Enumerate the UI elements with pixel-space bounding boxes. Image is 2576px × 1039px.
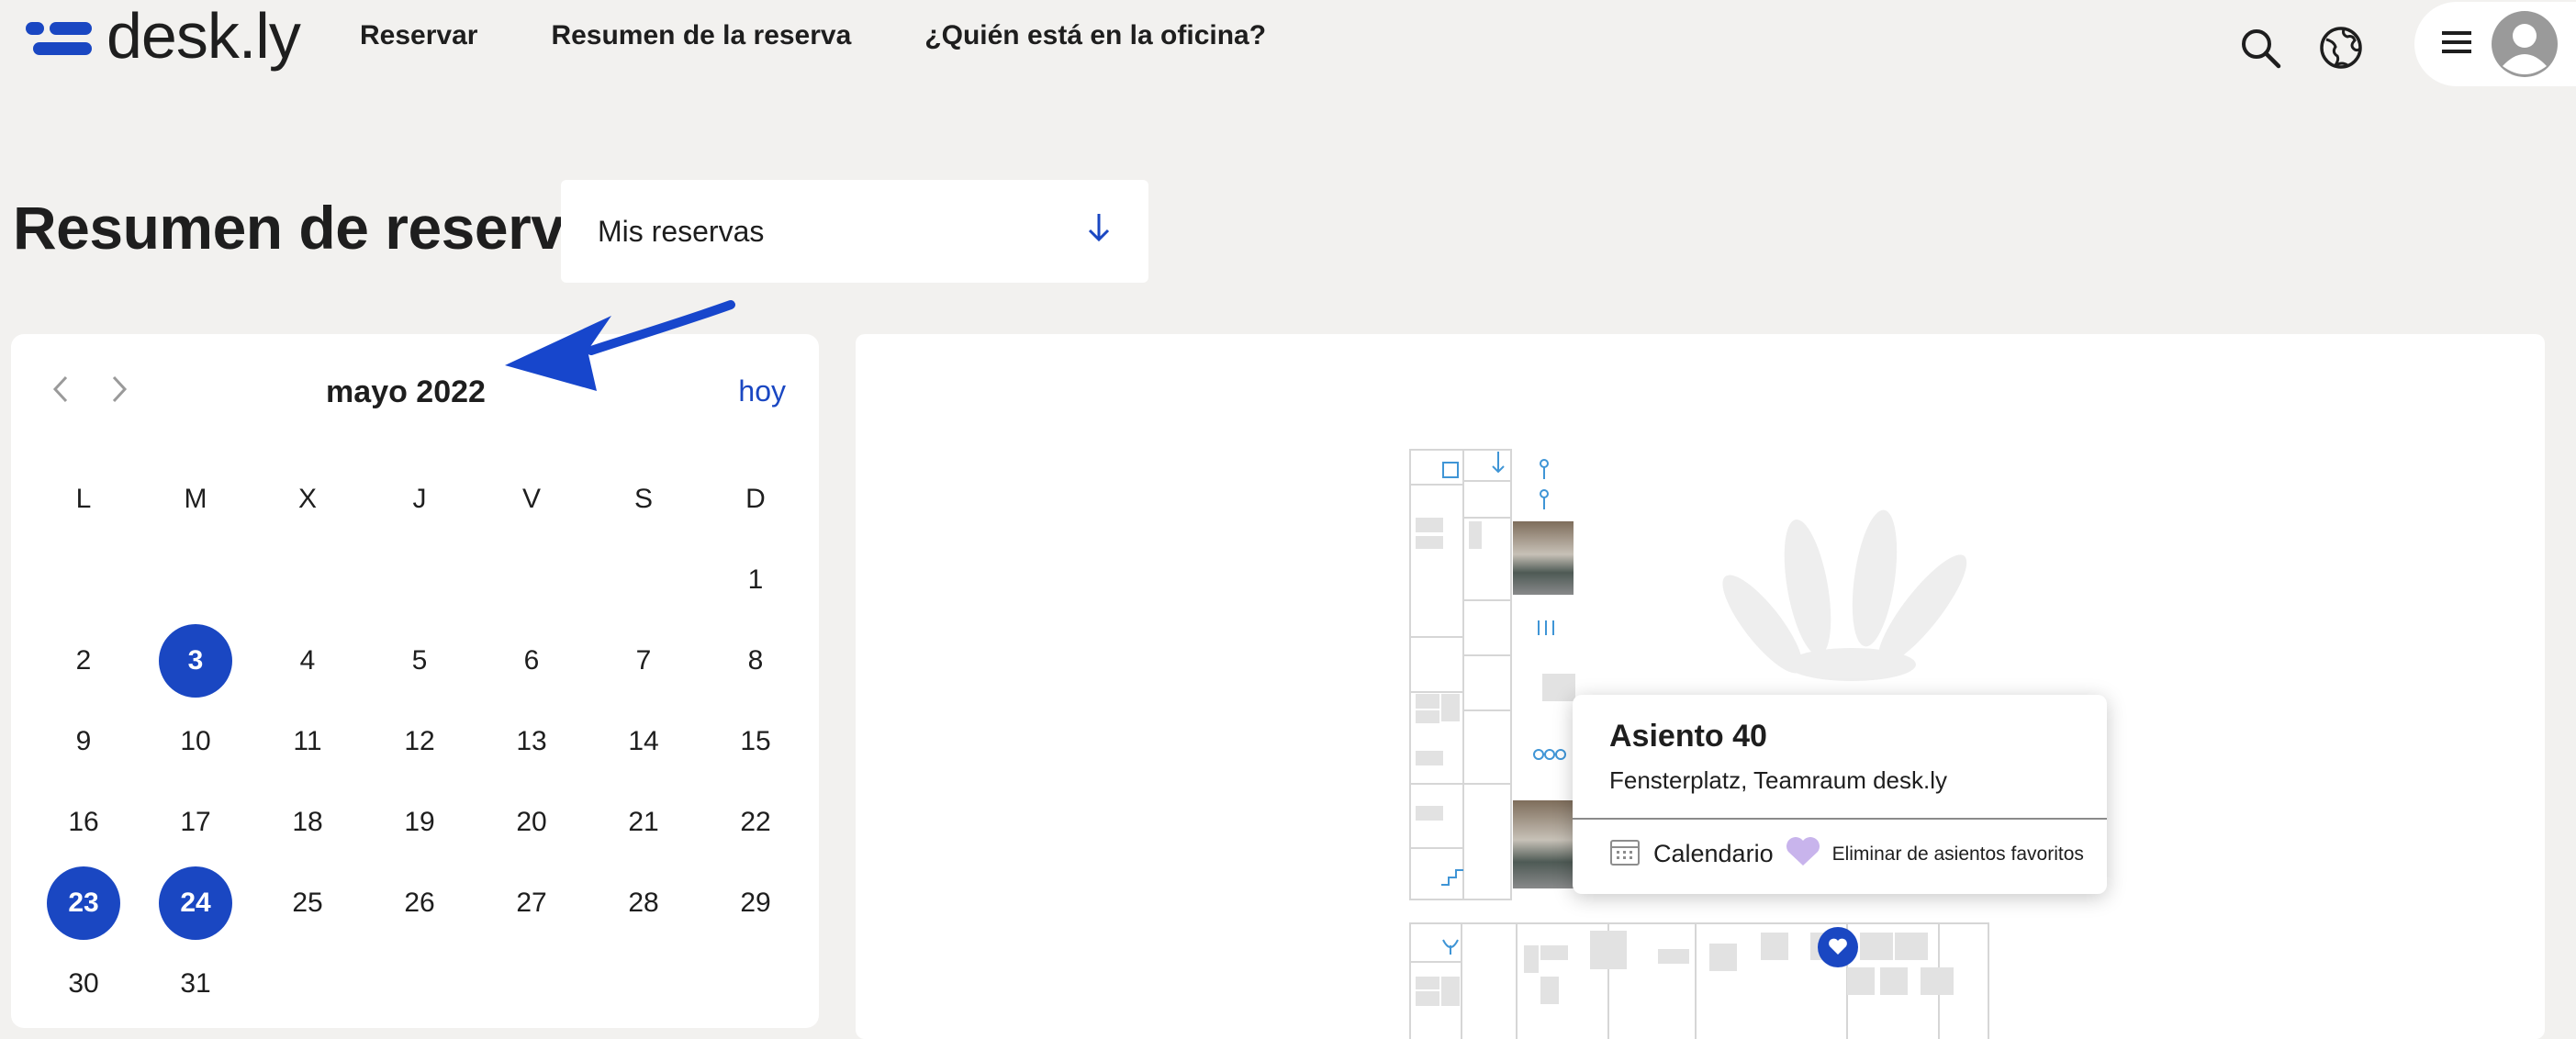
weekday-label: D	[745, 484, 766, 514]
calendar-day[interactable]: 21	[588, 782, 700, 863]
calendar-day-empty	[28, 540, 140, 620]
room-photo[interactable]	[1513, 800, 1574, 888]
calendar-icon[interactable]	[1609, 837, 1641, 871]
calendar-day[interactable]: 12	[364, 701, 476, 782]
calendar-day[interactable]: 27	[476, 863, 588, 944]
calendar-day[interactable]: 29	[700, 863, 812, 944]
calendar-day-selected[interactable]: 24	[140, 863, 252, 944]
weekday-label: S	[633, 484, 653, 514]
calendar-day[interactable]: 10	[140, 701, 252, 782]
weekday-label: L	[75, 484, 92, 514]
avatar-icon[interactable]	[2492, 11, 2558, 77]
weekday-label: V	[521, 484, 541, 514]
seat-location: Fensterplatz, Teamraum desk.ly	[1609, 766, 1947, 794]
calendar-day[interactable]: 28	[588, 863, 700, 944]
calendar-day[interactable]: 26	[364, 863, 476, 944]
calendar-day[interactable]: 18	[252, 782, 364, 863]
logo-mark-icon	[26, 22, 94, 59]
calendar-day-selected[interactable]: 3	[140, 620, 252, 701]
weekday-label: X	[297, 484, 317, 514]
search-icon[interactable]	[2236, 24, 2284, 72]
calendar-day[interactable]: 13	[476, 701, 588, 782]
calendar-day[interactable]: 8	[700, 620, 812, 701]
room-photo[interactable]	[1513, 521, 1574, 595]
calendar-day[interactable]: 9	[28, 701, 140, 782]
calendar-day[interactable]: 16	[28, 782, 140, 863]
calendar-day-empty	[588, 540, 700, 620]
logo-text: desk.ly	[106, 0, 301, 72]
nav-item-reservar[interactable]: Reservar	[360, 20, 477, 51]
calendar-day[interactable]: 25	[252, 863, 364, 944]
calendar-day-empty	[140, 540, 252, 620]
floor-plan-drawing	[1409, 449, 1989, 1039]
calendar-day-selected[interactable]: 23	[28, 863, 140, 944]
calendar-day-empty	[364, 540, 476, 620]
calendar-day[interactable]: 14	[588, 701, 700, 782]
annotation-arrow-icon	[496, 296, 744, 401]
reservation-filter-select[interactable]: Mis reservas	[561, 180, 1148, 283]
weekday-label: J	[412, 484, 427, 514]
remove-favorite-link[interactable]: Eliminar de asientos favoritos	[1832, 843, 2084, 866]
main-nav: Reservar Resumen de la reserva ¿Quién es…	[360, 20, 1266, 51]
nav-item-quien-oficina[interactable]: ¿Quién está en la oficina?	[924, 20, 1266, 51]
calendar-day-empty	[252, 540, 364, 620]
today-button[interactable]: hoy	[738, 374, 786, 408]
popup-actions: Calendario Eliminar de asientos favorito…	[1609, 836, 2084, 872]
user-menu[interactable]	[2414, 2, 2576, 86]
calendar-day[interactable]: 19	[364, 782, 476, 863]
calendar-day[interactable]: 7	[588, 620, 700, 701]
calendar-day[interactable]: 5	[364, 620, 476, 701]
seat-title: Asiento 40	[1609, 719, 1767, 754]
page-title: Resumen de reserva	[13, 194, 598, 262]
heart-icon[interactable]	[1785, 836, 1821, 872]
calendar-day[interactable]: 1	[700, 540, 812, 620]
weekday-label: M	[184, 484, 207, 514]
calendar-day-empty	[476, 540, 588, 620]
globe-icon[interactable]	[2317, 24, 2365, 72]
calendar-day[interactable]: 31	[140, 944, 252, 1024]
hamburger-icon[interactable]	[2442, 30, 2471, 59]
floor-map[interactable]	[856, 334, 2545, 1039]
top-actions	[2236, 2, 2576, 86]
calendar-day[interactable]: 2	[28, 620, 140, 701]
seat-popup: Asiento 40 Fensterplatz, Teamraum desk.l…	[1573, 695, 2107, 894]
calendar-card: mayo 2022 hoy L M X J V S D 1 2 3 4 5 6 …	[11, 334, 819, 1028]
divider	[1573, 818, 2107, 820]
calendar-day[interactable]: 17	[140, 782, 252, 863]
arrow-down-icon	[1086, 212, 1112, 251]
calendar-day[interactable]: 11	[252, 701, 364, 782]
calendar-day[interactable]: 30	[28, 944, 140, 1024]
calendar-day[interactable]: 15	[700, 701, 812, 782]
nav-item-resumen[interactable]: Resumen de la reserva	[551, 20, 851, 51]
filter-value: Mis reservas	[598, 214, 765, 248]
calendar-day[interactable]: 22	[700, 782, 812, 863]
calendar-grid: L M X J V S D 1 2 3 4 5 6 7 8 9 10 11 12…	[28, 459, 812, 1024]
app-logo[interactable]: desk.ly	[26, 0, 301, 81]
calendar-link[interactable]: Calendario	[1653, 840, 1774, 868]
calendar-day[interactable]: 4	[252, 620, 364, 701]
calendar-day[interactable]: 20	[476, 782, 588, 863]
calendar-day[interactable]: 6	[476, 620, 588, 701]
